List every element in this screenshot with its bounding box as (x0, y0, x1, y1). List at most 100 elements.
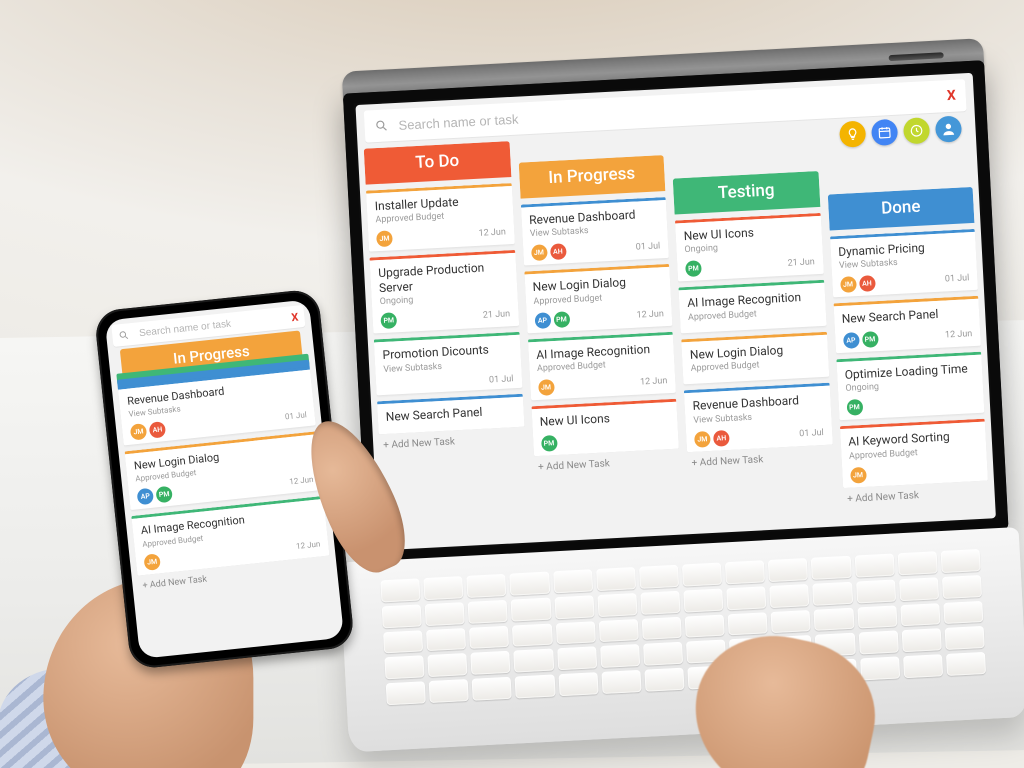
todo-card[interactable]: Promotion DicountsView Subtasks01 Jul (374, 332, 522, 395)
avatar-pm: PM (846, 399, 863, 416)
keyboard-key (426, 628, 466, 652)
card-date: 21 Jun (483, 309, 511, 320)
column-header-done[interactable]: Done (827, 187, 974, 231)
hand-holding-phone: X In Progress Revenue DashboardView Subt… (24, 285, 398, 757)
avatar-jm: JM (538, 379, 555, 396)
done-card[interactable]: Dynamic PricingView SubtasksJMAH01 Jul (829, 229, 978, 298)
keyboard-key (903, 654, 943, 678)
laptop-base (339, 527, 1024, 752)
card-avatars: PM (685, 261, 702, 278)
card-date: 01 Jul (489, 374, 514, 385)
card-date: 01 Jul (799, 428, 824, 439)
column-cards-done: Dynamic PricingView SubtasksJMAH01 JulNe… (829, 229, 987, 488)
card-title: Upgrade Production Server (378, 260, 509, 296)
keyboard-key (771, 610, 811, 634)
keyboard-key (427, 653, 467, 677)
card-title: New Search Panel (385, 403, 515, 424)
card-avatars: JM (538, 379, 555, 396)
card-footer: PM (846, 393, 976, 416)
testing-card[interactable]: AI Image RecognitionApproved Budget (678, 280, 826, 333)
card-footer (689, 322, 818, 329)
inprogress-card[interactable]: AI Image RecognitionApproved BudgetJM12 … (527, 332, 676, 401)
testing-card[interactable]: New Login DialogApproved Budget (681, 332, 829, 385)
card-avatars: JM (850, 466, 867, 483)
avatar-jm: JM (376, 231, 393, 248)
keyboard-key (943, 601, 983, 625)
keyboard-key (728, 612, 768, 636)
keyboard-key (899, 577, 939, 601)
card-date: 12 Jun (636, 309, 664, 320)
keyboard-key (514, 649, 554, 673)
card-date: 01 Jul (945, 274, 970, 285)
keyboard-key (639, 565, 679, 589)
laptop-keyboard (380, 549, 986, 705)
card-footer: PM21 Jun (380, 306, 510, 329)
card-footer: JMAH 01 Jul (694, 425, 824, 448)
column-header-testing[interactable]: Testing (673, 171, 820, 215)
keyboard-key (682, 563, 722, 587)
avatar-jm: JM (694, 431, 711, 448)
keyboard-key (511, 597, 551, 621)
todo-card[interactable]: Upgrade Production ServerOngoingPM21 Jun (369, 250, 518, 333)
kanban-app-desktop: X (355, 73, 995, 551)
keyboard-key (597, 593, 637, 617)
column-header-todo[interactable]: To Do (364, 141, 511, 185)
keyboard-key (600, 644, 640, 668)
card-footer: APPM12 Jun (843, 326, 973, 349)
column-todo: To DoInstaller UpdateApproved BudgetJM12… (364, 141, 530, 544)
keyboard-key (553, 569, 593, 593)
keyboard-key (469, 625, 509, 649)
card-footer: JM 12 Jun (538, 373, 668, 396)
card-date: 12 Jun (640, 376, 668, 387)
scene-photo: X (0, 0, 1024, 768)
avatar-jm: JM (531, 245, 548, 262)
testing-card[interactable]: New UI IconsOngoingPM21 Jun (675, 213, 824, 282)
avatar-ap: AP (137, 488, 155, 506)
search-icon (118, 329, 130, 341)
keyboard-key (380, 578, 420, 602)
clear-search-button[interactable]: X (946, 88, 956, 104)
card-footer: APPM 12 Jun (534, 306, 664, 329)
inprogress-card[interactable]: New Login DialogApproved BudgetAPPM12 Ju… (524, 264, 673, 333)
done-card[interactable]: Optimize Loading TimeOngoingPM (836, 351, 985, 420)
card-footer: PM21 Jun (685, 255, 815, 278)
avatar-ap: AP (843, 332, 860, 349)
card-footer: JM12 Jun (376, 225, 506, 248)
card-avatars: JM (376, 231, 393, 248)
keyboard-key (940, 549, 980, 573)
keyboard-key (554, 595, 594, 619)
keyboard-key (467, 574, 507, 598)
keyboard-key (510, 572, 550, 596)
done-card[interactable]: AI Keyword SortingApproved BudgetJM (839, 419, 988, 488)
card-avatars: APPM (534, 311, 570, 329)
card-avatars: PM (846, 399, 863, 416)
testing-card[interactable]: Revenue DashboardView SubtasksJMAH01 Jul (684, 383, 833, 452)
keyboard-key (811, 556, 851, 580)
card-footer: JMAH 01 Jul (531, 239, 661, 262)
card-title: New Search Panel (841, 306, 971, 327)
keyboard-key (860, 657, 900, 681)
clear-search-button-mobile[interactable]: X (291, 310, 299, 324)
avatar-jm: JM (840, 277, 857, 294)
column-header-inprogress[interactable]: In Progress (518, 155, 665, 199)
avatar-ah: AH (149, 421, 167, 439)
avatar-pm: PM (553, 311, 570, 328)
inprogress-card[interactable]: New UI IconsPM (531, 399, 679, 456)
avatar-pm: PM (155, 486, 173, 504)
avatar-ah: AH (713, 430, 730, 447)
done-card[interactable]: New Search PanelAPPM12 Jun (833, 296, 981, 353)
keyboard-key (640, 591, 680, 615)
search-icon (374, 118, 389, 133)
card-date: 01 Jul (636, 242, 661, 253)
card-avatars: JMAH (694, 430, 730, 448)
avatar-ah: AH (859, 276, 876, 293)
keyboard-key (598, 619, 638, 643)
keyboard-key (601, 670, 641, 694)
keyboard-key (596, 567, 636, 591)
card-avatars: JMAH (531, 244, 567, 262)
keyboard-key (946, 652, 986, 676)
card-footer: 01 Jul (384, 374, 514, 391)
keyboard-key (725, 560, 765, 584)
todo-card[interactable]: Installer UpdateApproved BudgetJM12 Jun (366, 183, 515, 252)
inprogress-card[interactable]: Revenue DashboardView SubtasksJMAH01 Jul (520, 197, 669, 266)
